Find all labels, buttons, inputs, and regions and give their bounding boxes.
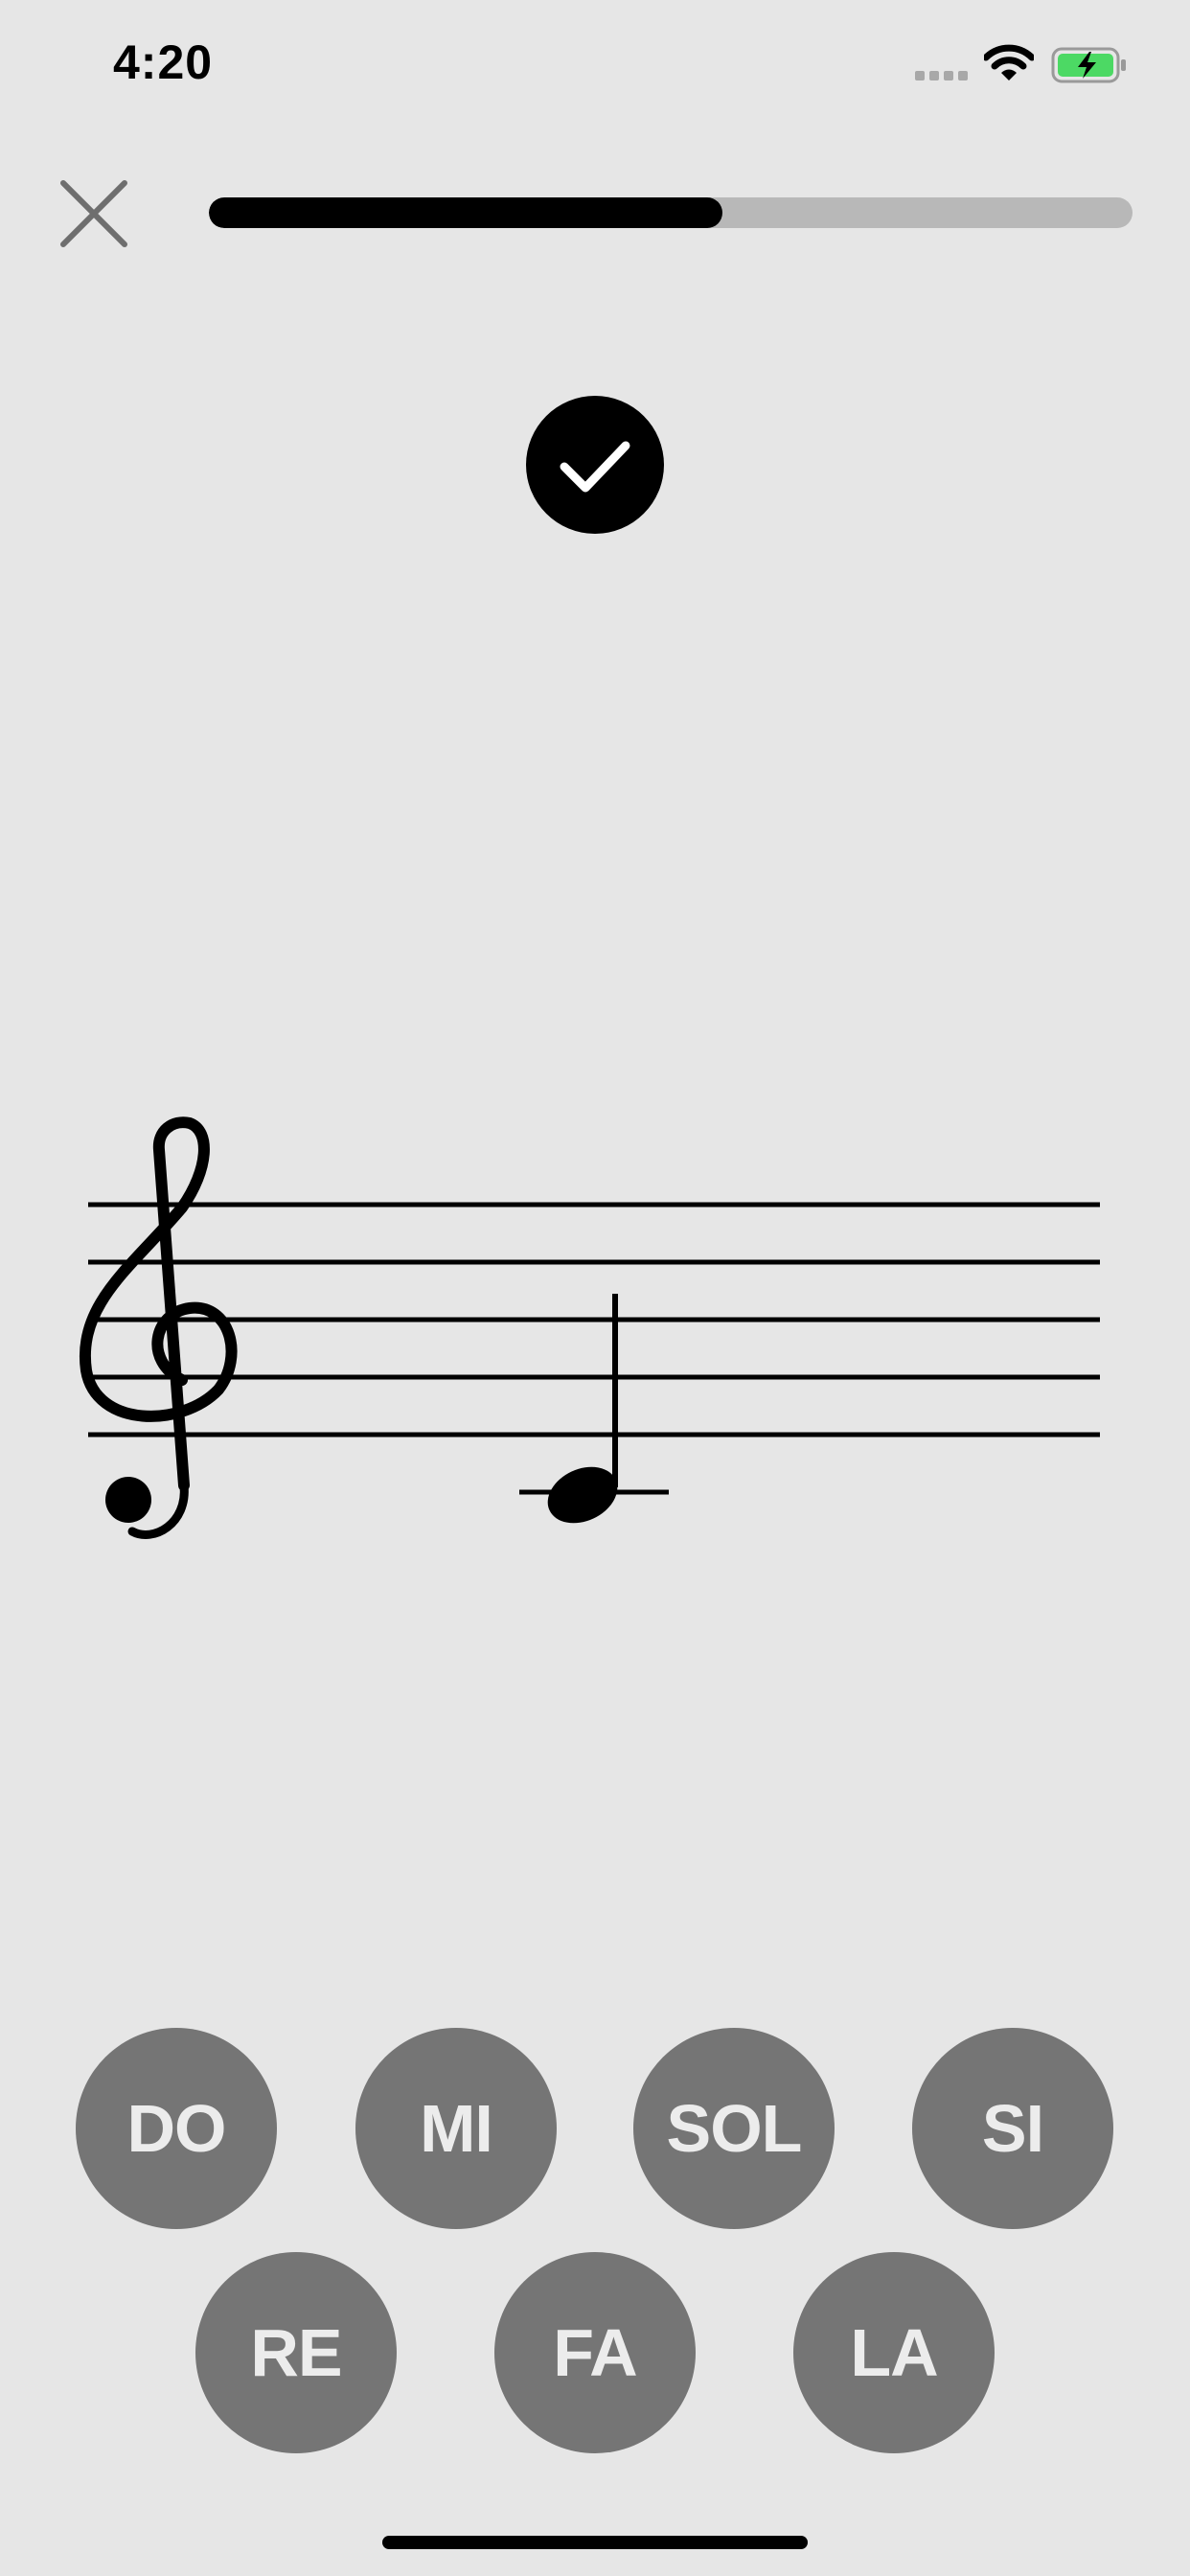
progress-bar [209, 197, 1133, 228]
answer-button-si[interactable]: SI [912, 2028, 1113, 2229]
staff-lines [88, 1202, 1100, 1438]
cellular-signal-icon [915, 71, 971, 80]
home-indicator[interactable] [382, 2536, 808, 2549]
answer-button-fa[interactable]: FA [494, 2252, 696, 2453]
music-staff [79, 1116, 1100, 1539]
status-time: 4:20 [113, 35, 214, 89]
answer-button-re[interactable]: RE [195, 2252, 397, 2453]
answer-button-la[interactable]: LA [793, 2252, 995, 2453]
quarter-note-icon [519, 1294, 669, 1524]
answer-button-do[interactable]: DO [76, 2028, 277, 2229]
answer-button-sol[interactable]: SOL [633, 2028, 835, 2229]
close-button[interactable] [56, 175, 132, 252]
progress-bar-fill [209, 197, 722, 228]
check-icon [560, 441, 630, 493]
close-icon [60, 180, 127, 247]
treble-clef-icon [79, 1116, 238, 1539]
wifi-icon [984, 44, 1034, 80]
answer-button-mi[interactable]: MI [355, 2028, 557, 2229]
battery-charging-icon [1051, 47, 1126, 83]
correct-answer-badge [526, 396, 664, 534]
